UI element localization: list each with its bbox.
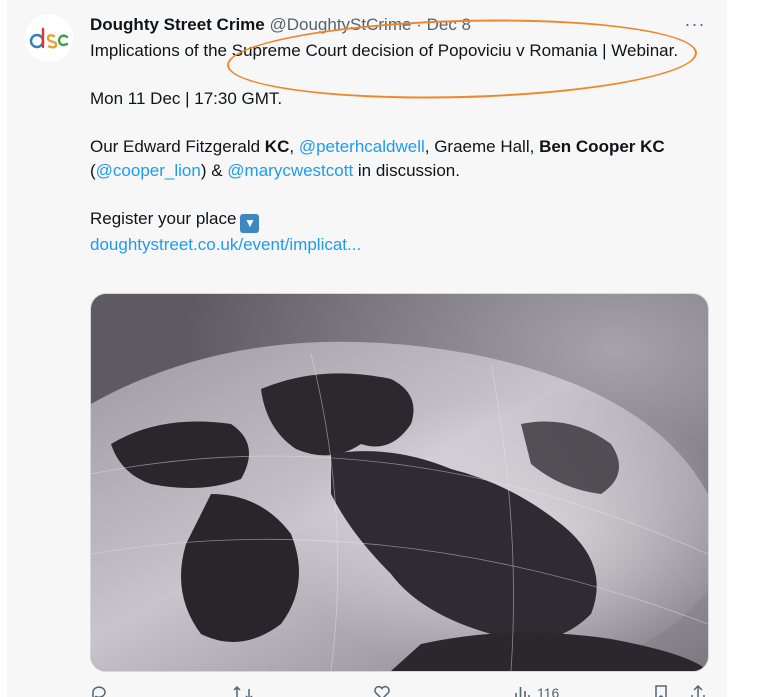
mention-link[interactable]: @peterhcaldwell (299, 137, 425, 156)
views-button[interactable]: 116 (513, 684, 559, 697)
tweet-actions: 116 (90, 684, 710, 697)
more-options-icon[interactable]: ··· (683, 14, 707, 34)
text-segment: in discussion. (353, 161, 460, 180)
event-link[interactable]: doughtystreet.co.uk/event/implicat... (90, 235, 361, 254)
views-count: 116 (537, 685, 560, 697)
tweet-title-line: Implications of the Supreme Court decisi… (90, 41, 679, 60)
tweet-image[interactable] (90, 293, 709, 672)
tweet-header: Doughty Street Crime @DoughtyStCrime · D… (90, 12, 710, 38)
meta-separator: · (416, 15, 422, 34)
tweet-date-line: Mon 11 Dec | 17:30 GMT. (90, 89, 283, 108)
tweet-card[interactable]: Doughty Street Crime @DoughtyStCrime · D… (7, 0, 727, 697)
share-icon[interactable] (690, 684, 706, 697)
bookmark-icon[interactable] (653, 684, 669, 697)
repost-icon[interactable] (233, 684, 253, 697)
down-arrow-icon: ▼ (240, 214, 260, 233)
like-icon[interactable] (373, 684, 391, 697)
views-icon (515, 687, 530, 697)
tweet-date[interactable]: Dec 8 (427, 15, 471, 34)
author-name[interactable]: Doughty Street Crime (90, 15, 265, 34)
text-segment: Our Edward Fitzgerald (90, 137, 265, 156)
text-segment: ) & (200, 161, 228, 180)
register-line: Register your place ▼ (90, 207, 710, 233)
tweet-participants: Our Edward Fitzgerald KC, @peterhcaldwel… (90, 135, 710, 183)
register-text: Register your place (90, 209, 237, 228)
bold-text: KC (264, 137, 290, 156)
bold-text: Ben Cooper KC (539, 137, 665, 156)
mention-link[interactable]: @cooper_lion (96, 161, 201, 180)
avatar[interactable] (25, 14, 73, 62)
mention-link[interactable]: @marycwestcott (227, 161, 353, 180)
author-handle[interactable]: @DoughtyStCrime (269, 15, 411, 34)
tweet-text: Implications of the Supreme Court decisi… (90, 39, 710, 257)
reply-icon[interactable] (90, 684, 108, 697)
text-segment: , (289, 137, 299, 156)
text-segment: , Graeme Hall, (424, 137, 540, 156)
globe-photo (91, 294, 708, 671)
